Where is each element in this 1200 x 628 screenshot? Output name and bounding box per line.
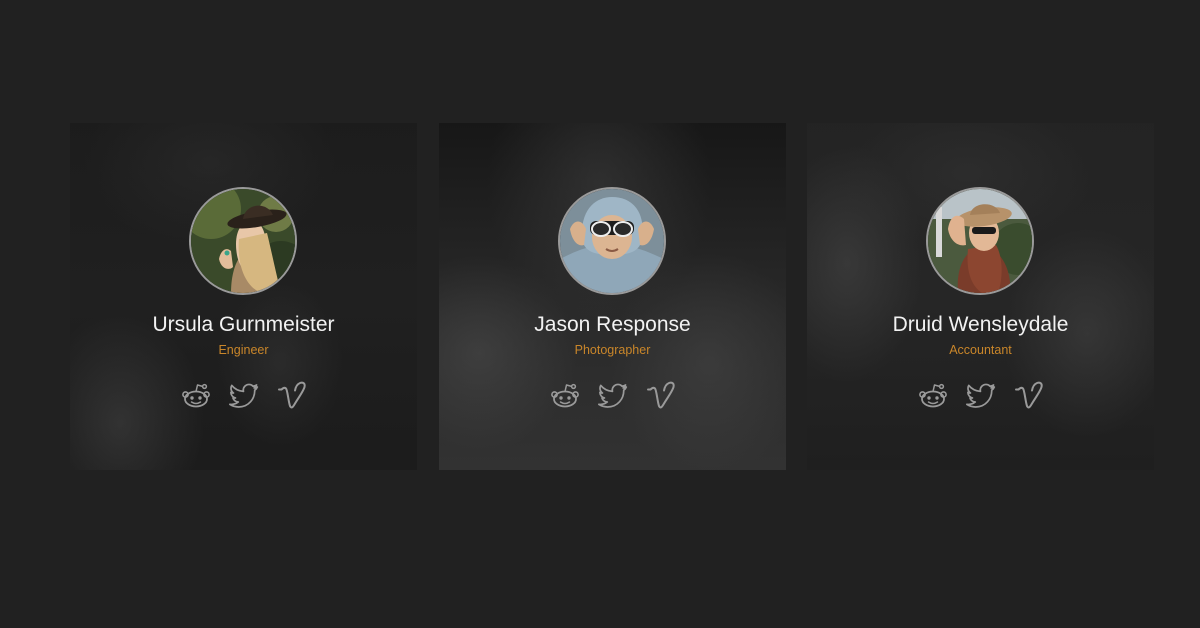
profile-role: Accountant xyxy=(949,343,1012,357)
profile-name: Druid Wensleydale xyxy=(892,313,1069,336)
profile-card-jason: Jason Response Photographer xyxy=(439,123,786,470)
social-links xyxy=(439,380,786,412)
avatar xyxy=(189,187,297,295)
twitter-icon[interactable] xyxy=(964,380,997,412)
vimeo-icon[interactable] xyxy=(275,380,308,412)
profile-name: Jason Response xyxy=(534,313,691,336)
social-links xyxy=(807,380,1154,412)
profile-role: Photographer xyxy=(574,343,651,357)
card-background xyxy=(70,123,417,470)
reddit-icon[interactable] xyxy=(179,380,212,412)
reddit-icon[interactable] xyxy=(548,380,581,412)
social-links xyxy=(70,380,417,412)
vimeo-icon[interactable] xyxy=(644,380,677,412)
profile-card-ursula: Ursula Gurnmeister Engineer xyxy=(70,123,417,470)
reddit-icon[interactable] xyxy=(916,380,949,412)
profile-card-druid: Druid Wensleydale Accountant xyxy=(807,123,1154,470)
profile-name: Ursula Gurnmeister xyxy=(152,313,335,336)
card-background xyxy=(439,123,786,470)
avatar xyxy=(558,187,666,295)
twitter-icon[interactable] xyxy=(227,380,260,412)
vimeo-icon[interactable] xyxy=(1012,380,1045,412)
card-background xyxy=(807,123,1154,470)
team-section: Ursula Gurnmeister Engineer Jason Respon… xyxy=(0,0,1200,628)
twitter-icon[interactable] xyxy=(596,380,629,412)
avatar xyxy=(926,187,1034,295)
profile-role: Engineer xyxy=(218,343,269,357)
